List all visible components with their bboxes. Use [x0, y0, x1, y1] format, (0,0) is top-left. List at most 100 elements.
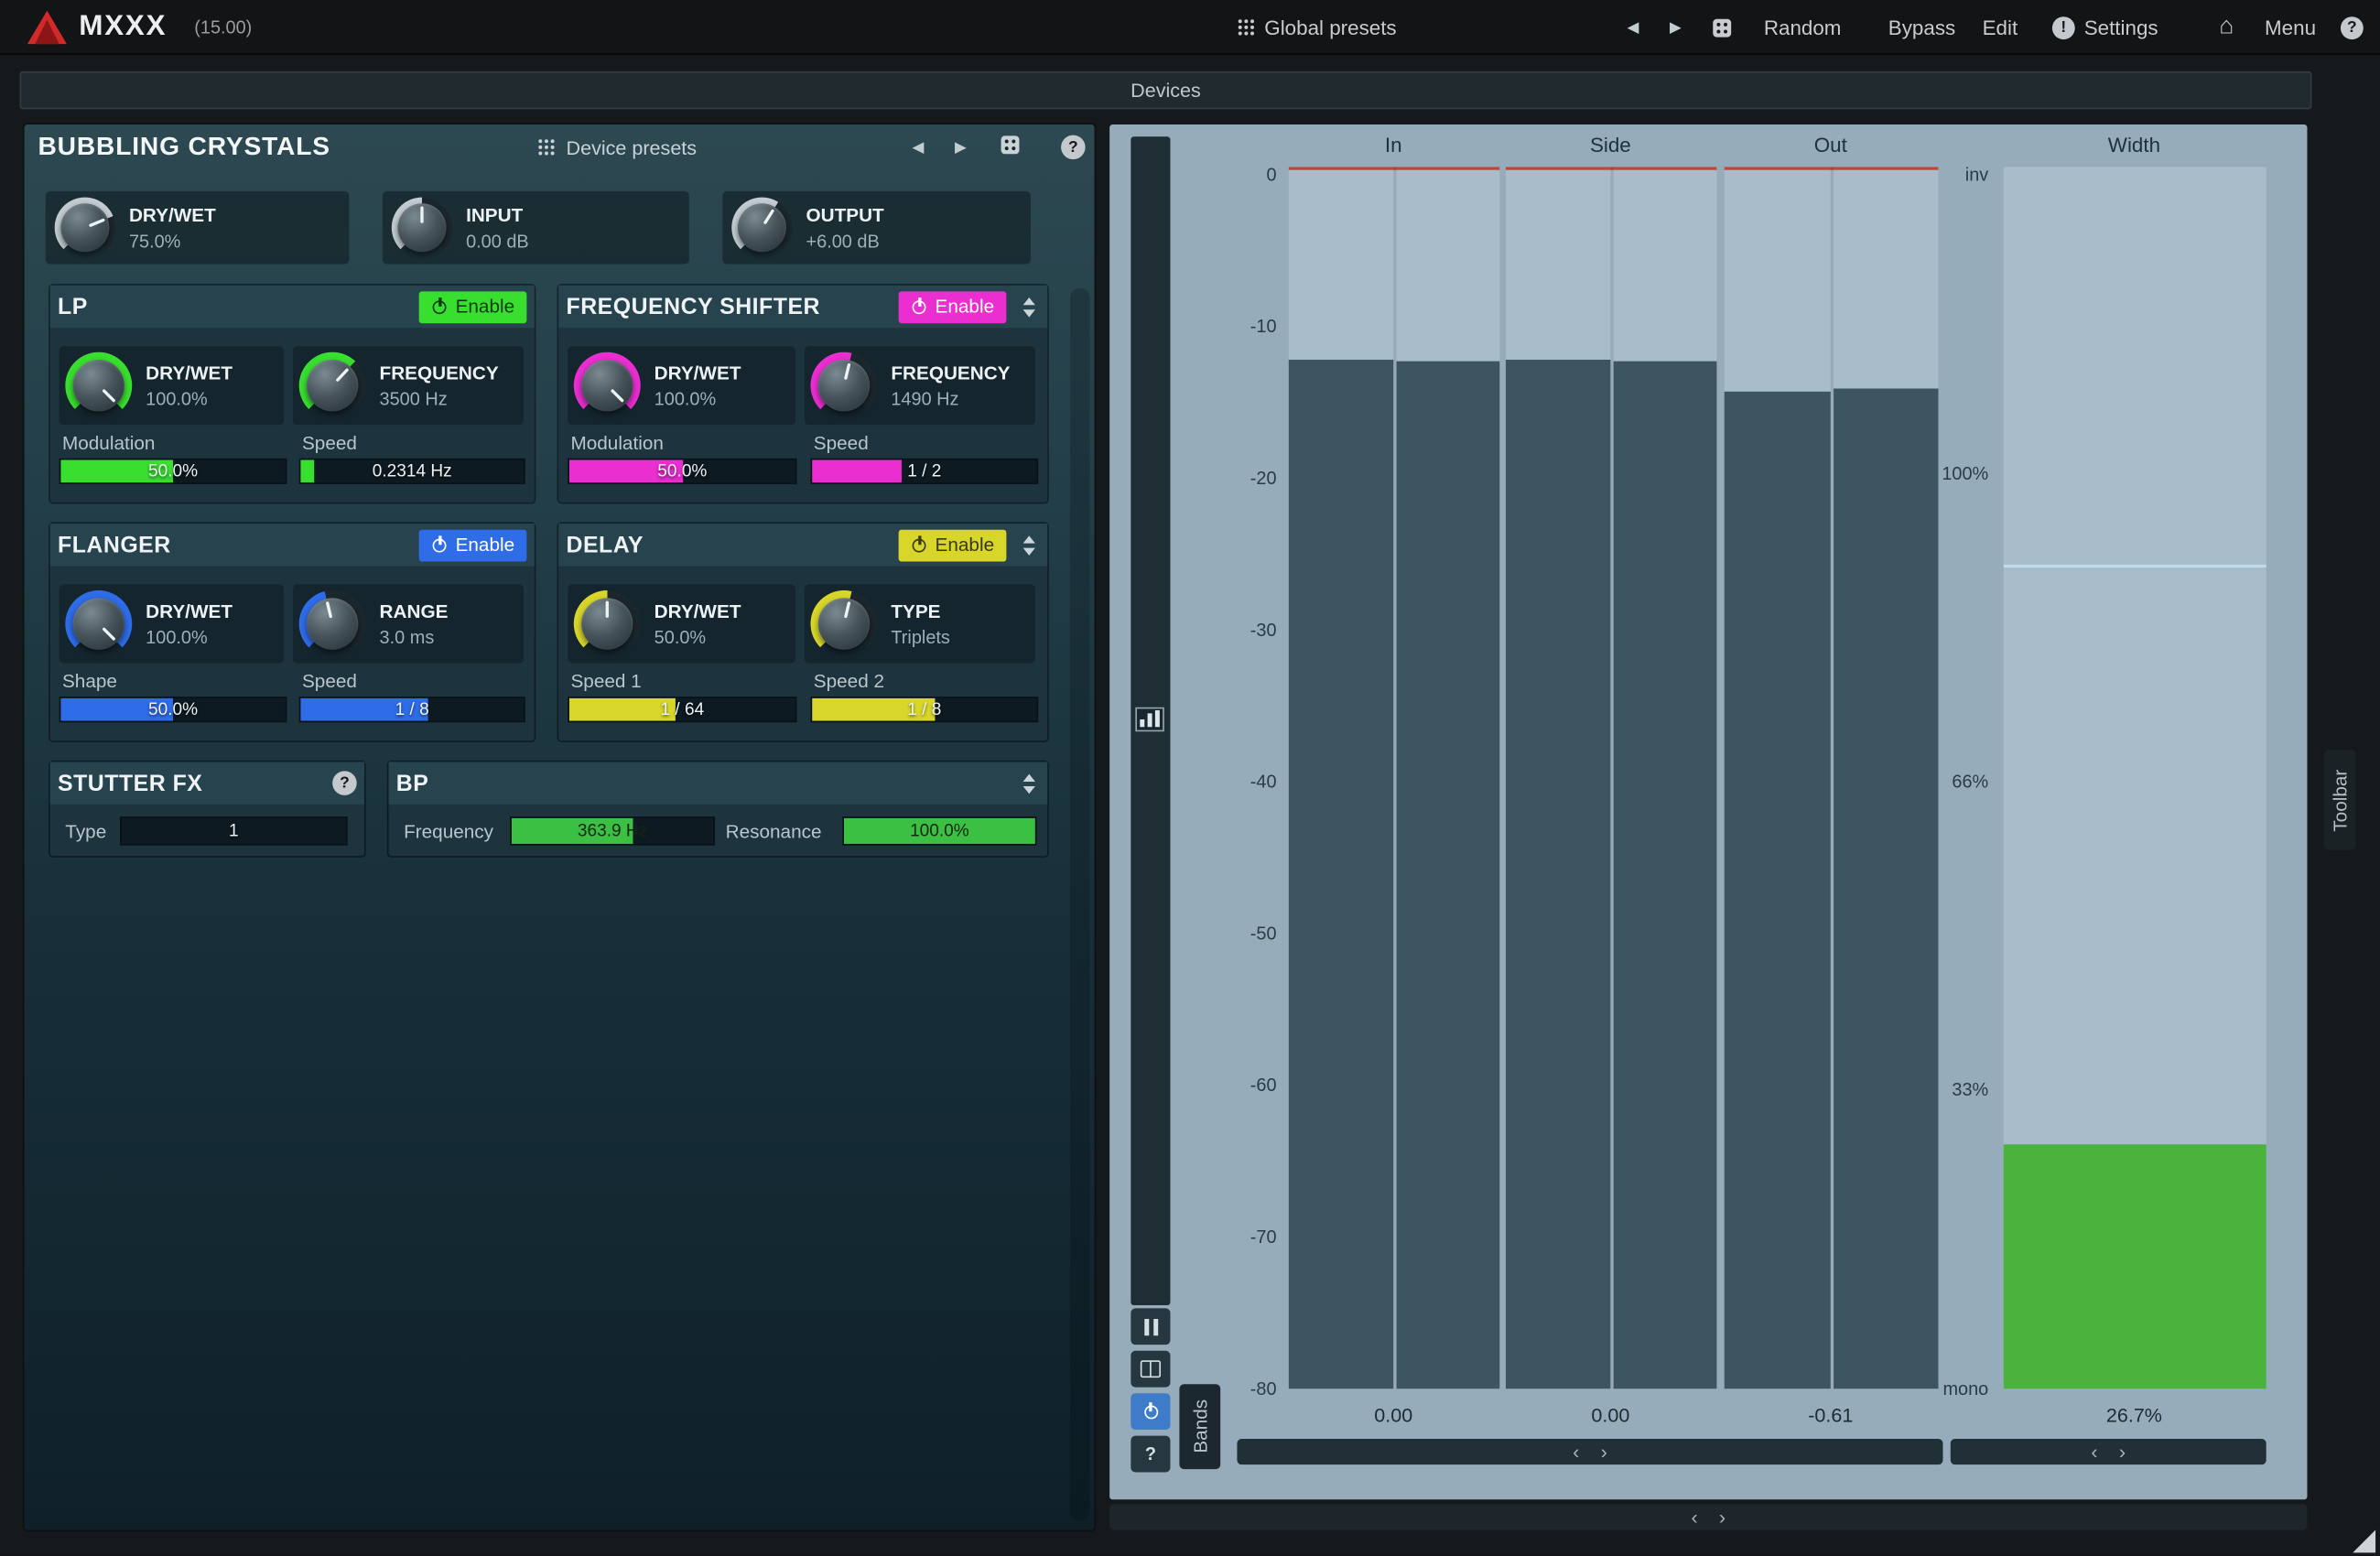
knob-card: FREQUENCY 3500 Hz [293, 346, 524, 425]
knob-label: FREQUENCY [380, 362, 499, 383]
dry-wet-knob[interactable] [65, 590, 132, 657]
input-gain-knob[interactable] [392, 198, 452, 258]
prev-preset-button[interactable]: ◀ [1628, 0, 1639, 55]
knob-pointer [325, 601, 332, 619]
pause-button[interactable] [1130, 1308, 1170, 1345]
dry-wet-knob[interactable] [65, 352, 132, 419]
knob-card: DRY/WET 100.0% [568, 346, 795, 425]
meter-zoom-slider[interactable] [1130, 136, 1170, 1305]
help-icon: ? [1145, 1443, 1156, 1464]
knob-label: OUTPUT [806, 204, 884, 225]
type-knob[interactable] [810, 590, 877, 657]
devices-tab[interactable]: Devices [20, 71, 2312, 109]
dry-wet-knob[interactable] [574, 352, 641, 419]
device-presets-button[interactable]: Device presets [537, 124, 697, 170]
speed-slider[interactable]: 1 / 8 [300, 698, 524, 721]
resonance-slider[interactable]: 100.0% [844, 818, 1035, 844]
home-button[interactable]: ⌂ [2219, 0, 2234, 55]
module-header[interactable]: FLANGER Enable [50, 524, 535, 566]
db-scale: 0 -10 -20 -30 -40 -50 -60 -70 -80 [1216, 124, 1282, 1499]
width-hscrollbar[interactable]: ‹ › [1951, 1439, 2266, 1464]
reorder-control[interactable] [1019, 773, 1040, 794]
scroll-right-icon: › [1719, 1506, 1726, 1529]
random-device-preset-button[interactable] [1001, 135, 1021, 156]
help-icon[interactable]: ? [332, 771, 357, 795]
next-device-preset-button[interactable]: ▶ [955, 124, 967, 170]
knob-face [397, 203, 446, 252]
device-rack-panel: BUBBLING CRYSTALS Device presets ◀ ▶ [25, 124, 1095, 1529]
module-header[interactable]: STUTTER FX ? [50, 762, 364, 804]
device-presets-label: Device presets [567, 135, 698, 158]
next-preset-button[interactable]: ▶ [1670, 0, 1682, 55]
modulation-slider[interactable]: 50.0% [60, 459, 285, 482]
menu-button[interactable]: Menu [2265, 0, 2316, 55]
rack-scrollbar[interactable] [1070, 288, 1090, 1520]
grid-icon [1237, 18, 1255, 37]
random-button[interactable]: Random [1764, 0, 1842, 55]
knob-pointer [611, 388, 625, 403]
tile-view-button[interactable] [1130, 1351, 1170, 1388]
random-seed-button[interactable] [1712, 0, 1732, 55]
dry-wet-knob[interactable] [574, 590, 641, 657]
frequency-knob[interactable] [299, 352, 366, 419]
scroll-left-icon: ‹ [1691, 1506, 1697, 1529]
reorder-control[interactable] [1019, 297, 1040, 317]
module-delay: DELAY Enable DRY/WET [558, 524, 1047, 740]
modulation-slider[interactable]: 50.0% [569, 459, 795, 482]
knob-face [307, 360, 358, 411]
speed-1-slider[interactable]: 1 / 64 [569, 698, 795, 721]
module-title: LP [58, 294, 406, 319]
analyzer-icon[interactable] [1135, 708, 1164, 732]
meter-power-button[interactable] [1130, 1393, 1170, 1430]
speed-slider[interactable]: 1 / 2 [812, 459, 1036, 482]
melda-logo[interactable] [27, 0, 67, 55]
enable-button[interactable]: Enable [419, 529, 527, 561]
slider-label: Speed 1 [570, 671, 641, 692]
settings-button[interactable]: ! Settings [2052, 0, 2158, 55]
knob-pointer [89, 218, 105, 228]
side-column-header: Side [1590, 134, 1631, 157]
knob-value: 3500 Hz [380, 388, 499, 409]
rack-help-icon[interactable]: ? [1061, 135, 1086, 160]
edit-button[interactable]: Edit [1983, 0, 2018, 55]
enable-button[interactable]: Enable [899, 529, 1007, 561]
app-version: (15.00) [194, 0, 252, 55]
knob-value: 50.0% [654, 626, 741, 647]
speed-slider[interactable]: 0.2314 Hz [300, 459, 524, 482]
enable-button[interactable]: Enable [419, 291, 527, 323]
module-stutter-fx: STUTTER FX ? Type 1 [50, 762, 364, 856]
range-knob[interactable] [299, 590, 366, 657]
reorder-control[interactable] [1019, 535, 1040, 556]
bypass-button[interactable]: Bypass [1888, 0, 1955, 55]
levels-hscrollbar[interactable]: ‹ › [1237, 1439, 1942, 1464]
enable-button[interactable]: Enable [899, 291, 1007, 323]
module-header[interactable]: DELAY Enable [558, 524, 1047, 566]
module-title: STUTTER FX [58, 771, 320, 796]
home-icon: ⌂ [2219, 14, 2234, 41]
titlebar: MXXX (15.00) Global presets ◀ ▶ [0, 0, 2380, 55]
prev-device-preset-button[interactable]: ◀ [913, 124, 925, 170]
speed-2-slider[interactable]: 1 / 8 [812, 698, 1036, 721]
dry-wet-knob[interactable] [55, 198, 115, 258]
resize-grip[interactable] [2353, 1529, 2375, 1552]
output-gain-knob[interactable] [731, 198, 792, 258]
enable-label: Enable [936, 296, 995, 317]
type-field[interactable]: 1 [122, 818, 346, 844]
frequency-knob[interactable] [810, 352, 877, 419]
knob-label: DRY/WET [129, 204, 216, 225]
power-icon [911, 536, 927, 553]
module-header[interactable]: LP Enable [50, 286, 535, 328]
slider-label: Speed [814, 433, 869, 454]
global-presets-button[interactable]: Global presets [1237, 0, 1396, 55]
module-header[interactable]: BP [388, 762, 1047, 804]
toolbar-tab[interactable]: Toolbar [2324, 750, 2356, 849]
frequency-slider[interactable]: 363.9 Hz [512, 818, 714, 844]
master-dry-wet-group: DRY/WET 75.0% [46, 191, 350, 265]
meter-bottom-scrollbar[interactable]: ‹ › [1109, 1504, 2307, 1529]
knob-label: DRY/WET [654, 600, 741, 621]
meter-help-button[interactable]: ? [1130, 1436, 1170, 1473]
help-button[interactable]: ? [2341, 0, 2364, 55]
module-header[interactable]: FREQUENCY SHIFTER Enable [558, 286, 1047, 328]
slider-label: Shape [62, 671, 117, 692]
shape-slider[interactable]: 50.0% [60, 698, 285, 721]
